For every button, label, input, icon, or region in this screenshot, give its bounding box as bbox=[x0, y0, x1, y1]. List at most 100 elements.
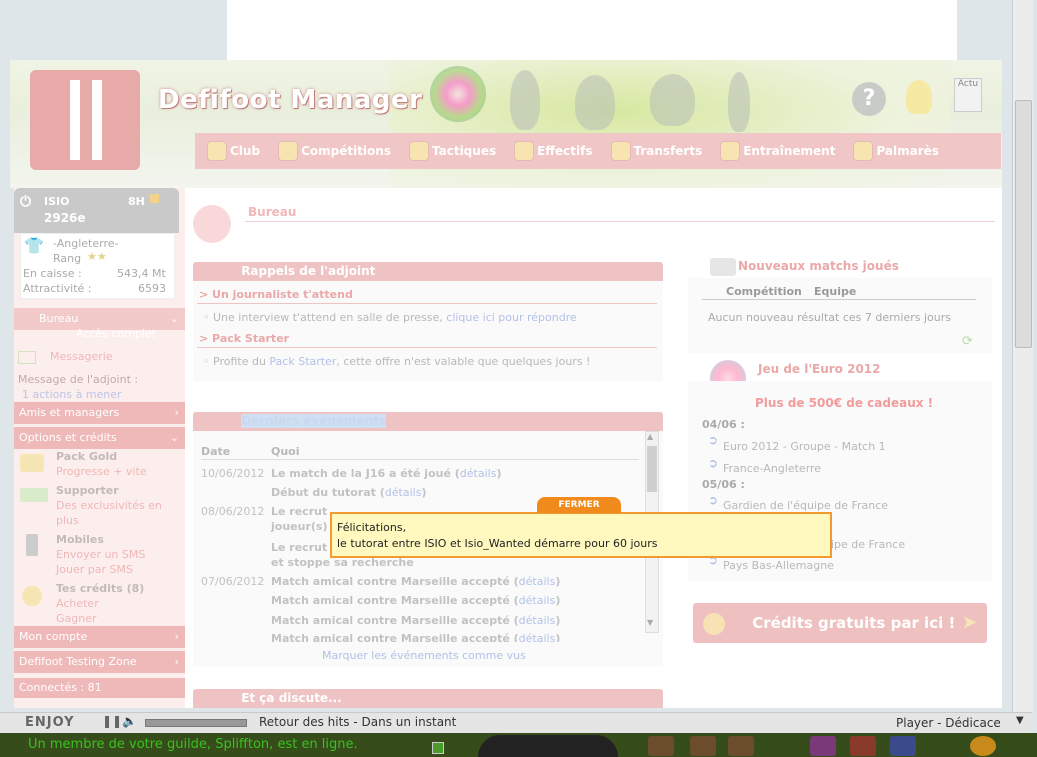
power-icon[interactable]: ⏻ bbox=[20, 194, 31, 210]
sidebar-section-testing[interactable]: Defifoot Testing Zone › bbox=[14, 651, 185, 673]
site-title[interactable]: Defifoot Manager bbox=[158, 85, 423, 115]
nav-label: Effectifs bbox=[537, 144, 593, 158]
col-competition-header: Compétition bbox=[726, 285, 802, 298]
nav-effectifs[interactable]: Effectifs bbox=[514, 141, 593, 161]
checkbox-icon[interactable] bbox=[432, 742, 444, 754]
supporter-sub[interactable]: plus bbox=[56, 514, 79, 527]
page-title: Bureau bbox=[248, 205, 297, 219]
speaker-icon[interactable]: 🔈 bbox=[122, 714, 137, 728]
sms-link[interactable]: Envoyer un SMS bbox=[56, 548, 145, 561]
cash-label: En caisse : bbox=[23, 267, 82, 280]
panel-title: Derniers évènements bbox=[241, 414, 387, 428]
euro-match[interactable]: France-Angleterre bbox=[723, 462, 821, 475]
transfer-icon bbox=[610, 141, 631, 161]
nav-label: Compétitions bbox=[301, 144, 391, 158]
pack-gold-sub[interactable]: Progresse + vite bbox=[56, 465, 147, 478]
credits-title[interactable]: Tes crédits (8) bbox=[56, 582, 144, 595]
event-row: Match amical contre Marseille accepté (d… bbox=[271, 575, 561, 588]
close-button[interactable]: FERMER bbox=[537, 497, 621, 513]
panel-title: Nouveaux matchs joués bbox=[738, 259, 899, 273]
online-count-label: Connectés : 81 bbox=[19, 681, 102, 694]
time-badge: 8H bbox=[128, 195, 145, 208]
adjoint-actions-link[interactable]: 1 actions à mener bbox=[22, 388, 122, 401]
pack-starter-link[interactable]: Pack Starter bbox=[269, 355, 336, 368]
scroll-up-icon[interactable]: ▲ bbox=[647, 432, 653, 441]
supporter-link[interactable]: Supporter bbox=[56, 484, 119, 497]
reminder-title[interactable]: > Pack Starter bbox=[199, 332, 289, 345]
section-label: Defifoot Testing Zone bbox=[19, 655, 137, 668]
details-link[interactable]: détails bbox=[519, 594, 556, 607]
nav-tactiques[interactable]: Tactiques bbox=[408, 141, 496, 161]
event-text: Le match de la J16 a été joué bbox=[271, 467, 451, 480]
game-action-icon[interactable] bbox=[648, 736, 674, 756]
medal-icon bbox=[853, 141, 874, 161]
details-link[interactable]: détails bbox=[519, 632, 556, 642]
news-icon[interactable]: Actu bbox=[954, 78, 982, 112]
event-row: joueur(s) bbox=[271, 520, 328, 533]
mark-seen-link[interactable]: Marquer les événements comme vus bbox=[322, 649, 526, 662]
messagerie-link[interactable]: Messagerie bbox=[50, 350, 113, 363]
whistle-icon bbox=[710, 258, 736, 276]
game-action-icon[interactable] bbox=[690, 736, 716, 756]
lightbulb-icon[interactable] bbox=[906, 80, 932, 114]
euro-match[interactable]: ipe de France bbox=[831, 538, 905, 551]
chevron-right-icon: › bbox=[174, 655, 179, 668]
volume-slider[interactable] bbox=[145, 719, 247, 727]
free-credits-button[interactable]: Crédits gratuits par ici ! ➤ bbox=[693, 603, 987, 643]
bureau-icon bbox=[193, 205, 231, 243]
main-content: Bureau Rappels de l'adjoint > Un journal… bbox=[185, 188, 1002, 708]
euro-match[interactable]: Gardien de l'équipe de France bbox=[723, 499, 888, 512]
buy-credits-link[interactable]: Acheter bbox=[56, 597, 99, 610]
potion-icon[interactable] bbox=[850, 736, 876, 756]
help-icon[interactable]: ? bbox=[852, 82, 886, 116]
club-name[interactable]: -Angleterre- bbox=[53, 237, 118, 250]
panel-title: Et ça discute... bbox=[241, 691, 342, 705]
potion-icon[interactable] bbox=[810, 736, 836, 756]
sms-play-link[interactable]: Jouer par SMS bbox=[56, 563, 133, 576]
event-date: 08/06/2012 bbox=[201, 505, 265, 518]
potion-icon[interactable] bbox=[890, 736, 916, 756]
details-link[interactable]: détails bbox=[519, 614, 556, 627]
game-action-icon[interactable] bbox=[728, 736, 754, 756]
details-link[interactable]: détails bbox=[385, 486, 422, 499]
euro-promo[interactable]: Plus de 500€ de cadeaux ! bbox=[755, 396, 933, 410]
player-silhouette-icon bbox=[728, 72, 750, 132]
mobiles-link[interactable]: Mobiles bbox=[56, 533, 104, 546]
details-link[interactable]: détails bbox=[519, 575, 556, 588]
pack-gold-link[interactable]: Pack Gold bbox=[56, 450, 117, 463]
sidebar-section-options[interactable]: Options et crédits ⌄ bbox=[14, 427, 185, 449]
now-playing: Retour des hits - Dans un instant bbox=[259, 715, 457, 729]
nav-club[interactable]: Club bbox=[207, 141, 260, 161]
shirt-logo-icon[interactable] bbox=[30, 70, 140, 170]
coin-icon[interactable] bbox=[970, 736, 996, 756]
scroll-down-icon[interactable]: ▼ bbox=[647, 618, 653, 627]
earn-credits-link[interactable]: Gagner bbox=[56, 612, 97, 625]
scrollbar-thumb[interactable] bbox=[1015, 100, 1032, 348]
nav-label: Palmarès bbox=[876, 144, 939, 158]
details-link[interactable]: détails bbox=[460, 467, 497, 480]
nav-transferts[interactable]: Transferts bbox=[610, 141, 702, 161]
nav-competitions[interactable]: Compétitions bbox=[278, 141, 391, 161]
window-scrollbar[interactable] bbox=[1012, 0, 1033, 712]
sidebar-section-compte[interactable]: Mon compte › bbox=[14, 626, 185, 648]
user-name[interactable]: ISIO bbox=[44, 195, 69, 208]
nav-entrainement[interactable]: Entraînement bbox=[720, 141, 835, 161]
reminder-title[interactable]: > Un journaliste t'attend bbox=[199, 288, 353, 301]
full-access-link[interactable]: Accès complet bbox=[76, 327, 156, 340]
pause-icon[interactable]: ❚❚ bbox=[102, 714, 122, 728]
answer-link[interactable]: clique ici pour répondre bbox=[446, 311, 577, 324]
notification-line: Félicitations, bbox=[337, 521, 407, 534]
euro-match[interactable]: Euro 2012 - Groupe - Match 1 bbox=[723, 440, 886, 453]
euro-match[interactable]: Pays Bas-Allemagne bbox=[723, 559, 834, 572]
supporter-sub[interactable]: Des exclusivités en bbox=[56, 499, 162, 512]
scrollbar-thumb[interactable] bbox=[647, 446, 657, 492]
chevron-right-icon: › bbox=[174, 406, 179, 419]
player-silhouette-icon bbox=[510, 70, 540, 130]
discuss-header: Et ça discute... bbox=[193, 689, 663, 708]
player-mode[interactable]: Player - Dédicace bbox=[896, 716, 1001, 730]
nav-palmares[interactable]: Palmarès bbox=[853, 141, 939, 161]
sidebar-section-amis[interactable]: Amis et managers › bbox=[14, 402, 185, 424]
refresh-icon[interactable]: ⟳ bbox=[962, 334, 973, 349]
chevron-down-icon[interactable]: ▼ bbox=[1016, 715, 1024, 726]
chevron-right-icon: › bbox=[174, 630, 179, 643]
